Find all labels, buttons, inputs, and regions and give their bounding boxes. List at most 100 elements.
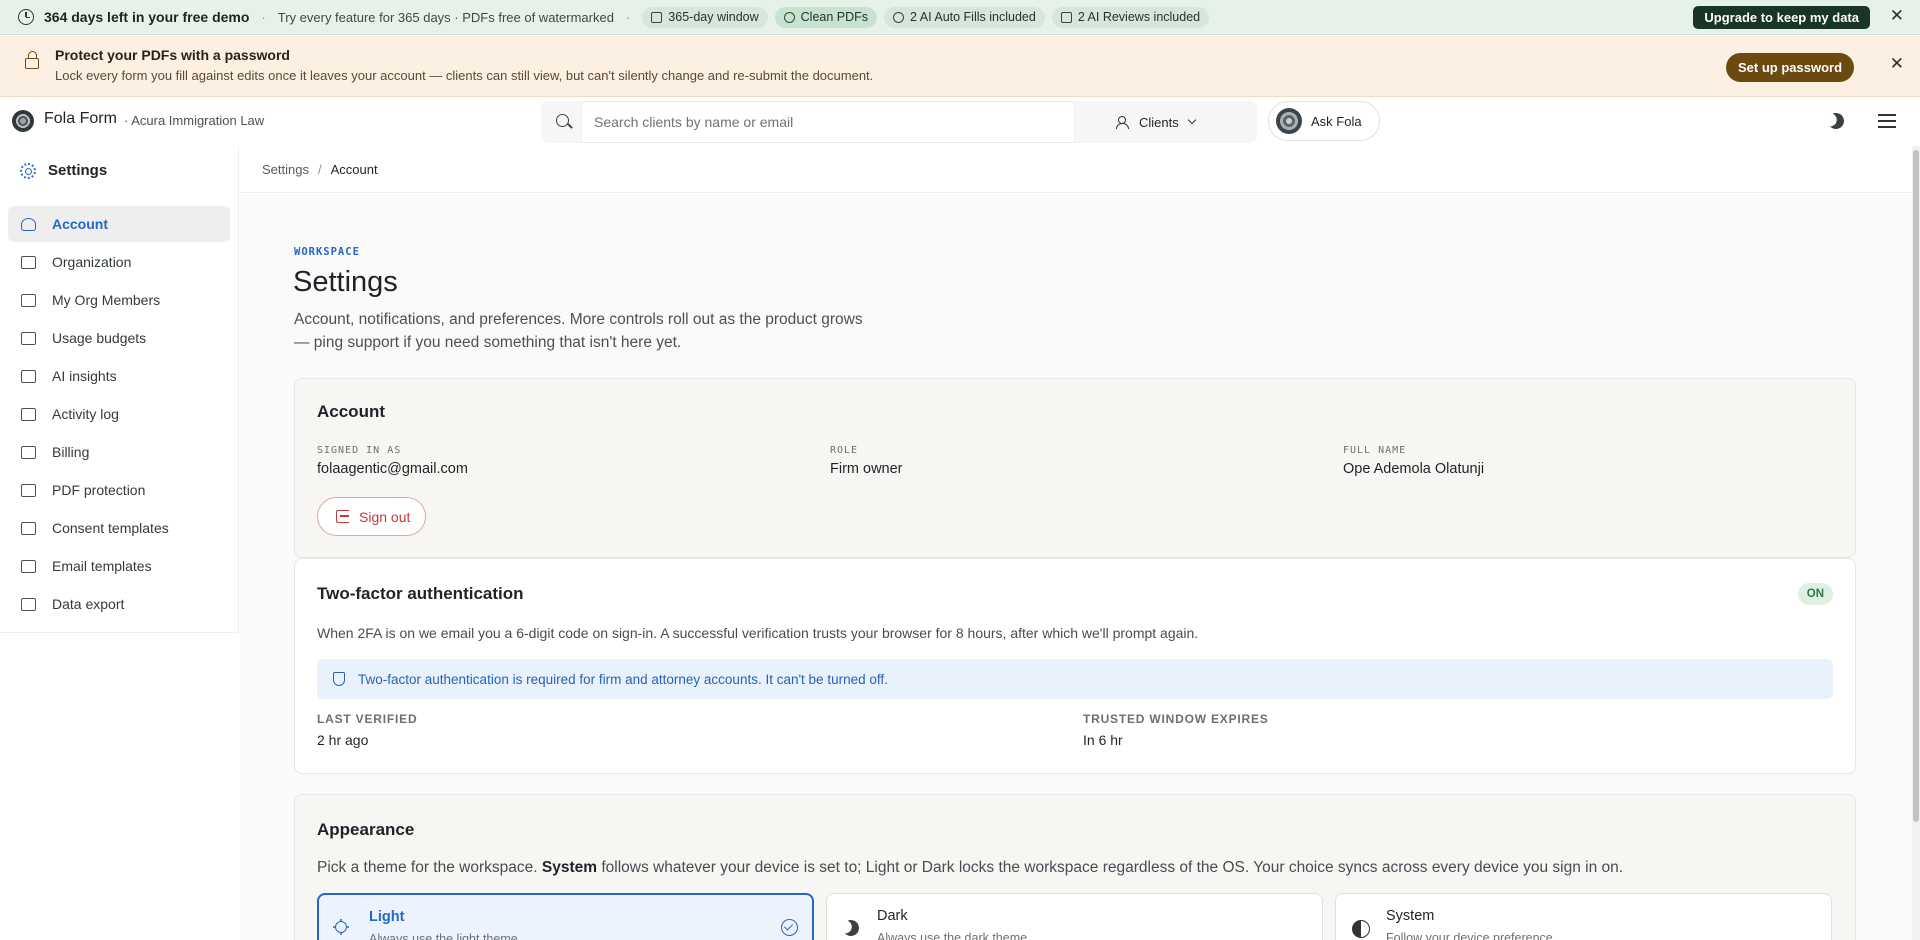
password-banner-text: Lock every form you fill against edits o… (55, 68, 874, 83)
lock-icon (21, 483, 36, 497)
pill-ai-auto-fills: 2 AI Auto Fills included (884, 6, 1045, 28)
breadcrumb: Settings / Account (240, 146, 1912, 193)
separator-dot: · (261, 9, 266, 25)
scrollbar[interactable] (1912, 146, 1920, 940)
trend-icon (21, 369, 36, 383)
moon-icon[interactable] (1826, 111, 1847, 132)
breadcrumb-current: Account (330, 161, 378, 177)
two-factor-notice-text: Two-factor authentication is required fo… (358, 671, 888, 687)
clock-icon (18, 9, 34, 25)
moon-icon (841, 918, 862, 939)
appearance-description: Pick a theme for the workspace. System f… (317, 859, 1623, 877)
sidebar-item-consent-templates[interactable]: Consent templates (8, 510, 230, 546)
download-icon (21, 597, 36, 611)
appearance-desc-bold: System (541, 859, 598, 876)
set-up-password-button[interactable]: Set up password (1726, 53, 1855, 82)
two-factor-notice: Two-factor authentication is required fo… (317, 659, 1833, 699)
gear-icon (20, 162, 36, 179)
theme-subtitle: Follow your device preference (1386, 931, 1553, 940)
theme-option-system[interactable]: System Follow your device preference (1335, 893, 1832, 940)
close-icon[interactable]: ✕ (1890, 8, 1904, 25)
two-factor-card: Two-factor authentication ON When 2FA is… (294, 558, 1856, 774)
last-verified-label: LAST VERIFIED (317, 712, 418, 726)
close-icon[interactable]: ✕ (1890, 56, 1904, 73)
sidebar-item-data-export[interactable]: Data export (8, 586, 230, 622)
sign-out-icon (336, 510, 349, 523)
pill-label: 2 AI Reviews included (1077, 10, 1201, 24)
trusted-window-label: TRUSTED WINDOW EXPIRES (1083, 712, 1269, 726)
password-banner-title: Protect your PDFs with a password (55, 47, 290, 63)
sign-out-button[interactable]: Sign out (317, 497, 426, 536)
demo-title: 364 days left in your free demo (44, 9, 250, 25)
role-label: ROLE (830, 445, 859, 456)
theme-option-dark[interactable]: Dark Always use the dark theme (826, 893, 1323, 940)
password-banner: Protect your PDFs with a password Lock e… (0, 36, 1920, 97)
pill-label: 2 AI Auto Fills included (910, 10, 1036, 24)
billing-icon (21, 445, 36, 459)
sidebar-item-activity-log[interactable]: Activity log (8, 396, 230, 432)
separator-dot: · (625, 9, 631, 25)
sidebar-item-ai-insights[interactable]: AI insights (8, 358, 230, 394)
upgrade-button[interactable]: Upgrade to keep my data (1693, 6, 1870, 29)
theme-subtitle: Always use the light theme (369, 932, 518, 940)
sparkle-icon (893, 11, 905, 23)
pill-clean-pdfs: Clean PDFs (774, 6, 878, 28)
sidebar-item-email-templates[interactable]: Email templates (8, 548, 230, 584)
appearance-desc-intro: Pick a theme for the workspace. (317, 859, 542, 876)
logo-icon[interactable] (12, 110, 34, 132)
sidebar-item-my-org-members[interactable]: My Org Members (8, 282, 230, 318)
check-circle-icon (783, 11, 795, 23)
sidebar-item-label: Email templates (52, 558, 152, 574)
document-icon (21, 521, 36, 535)
app-header: Fola Form · Acura Immigration Law Client… (0, 98, 1920, 144)
appearance-desc-rest: follows whatever your device is set to; … (597, 859, 1624, 876)
breadcrumb-root[interactable]: Settings (262, 162, 309, 177)
brand-name[interactable]: Fola Form (44, 110, 117, 128)
trusted-window-value: In 6 hr (1083, 732, 1123, 748)
clients-dropdown[interactable]: Clients (1086, 101, 1257, 143)
two-factor-title: Two-factor authentication (317, 584, 524, 603)
sidebar-item-pdf-protection[interactable]: PDF protection (8, 472, 230, 508)
ask-fola-button[interactable]: Ask Fola (1268, 101, 1380, 141)
members-icon (21, 293, 36, 307)
sidebar-item-label: Consent templates (52, 520, 169, 536)
search-input[interactable] (581, 101, 1075, 143)
theme-name: System (1386, 908, 1435, 924)
ask-fola-label: Ask Fola (1311, 113, 1362, 129)
full-name-value: Ope Ademola Olatunji (1343, 461, 1485, 477)
sidebar-item-organization[interactable]: Organization (8, 244, 230, 280)
avatar (1276, 108, 1302, 134)
sidebar-item-label: My Org Members (52, 292, 161, 308)
menu-icon[interactable] (1878, 114, 1896, 128)
sidebar: Settings Account Organization My Org Mem… (0, 146, 239, 633)
chevron-down-icon (1187, 115, 1196, 125)
page-description: Account, notifications, and preferences.… (294, 311, 863, 351)
sidebar-item-label: Billing (52, 444, 90, 460)
two-factor-description: When 2FA is on we email you a 6-digit co… (317, 625, 1199, 641)
clients-label: Clients (1139, 114, 1179, 130)
page-title: Settings (293, 266, 398, 298)
people-icon (1116, 116, 1131, 129)
sidebar-item-account[interactable]: Account (8, 206, 230, 242)
demo-banner: 364 days left in your free demo · Try ev… (0, 0, 1920, 35)
demo-subtitle: Try every feature for 365 days · PDFs fr… (277, 9, 614, 25)
sidebar-item-label: Account (52, 216, 108, 232)
lock-icon (25, 51, 39, 69)
sidebar-item-usage-budgets[interactable]: Usage budgets (8, 320, 230, 356)
pill-label: Clean PDFs (800, 10, 869, 24)
shield-icon (333, 672, 345, 686)
sliders-icon (21, 331, 36, 345)
calendar-icon (651, 11, 663, 23)
search-bar: Clients (541, 101, 1257, 143)
sidebar-heading-label: Settings (48, 162, 108, 179)
org-name: · Acura Immigration Law (124, 113, 265, 128)
sidebar-item-billing[interactable]: Billing (8, 434, 230, 470)
check-circle-icon (781, 919, 798, 936)
pill-label: 365-day window (668, 10, 759, 24)
signed-in-label: SIGNED IN AS (317, 445, 402, 456)
account-card-title: Account (317, 402, 385, 421)
theme-option-light[interactable]: Light Always use the light theme (317, 893, 814, 940)
sidebar-item-label: AI insights (52, 368, 117, 384)
pill-ai-reviews: 2 AI Reviews included (1051, 6, 1210, 28)
half-circle-icon (1352, 920, 1370, 938)
